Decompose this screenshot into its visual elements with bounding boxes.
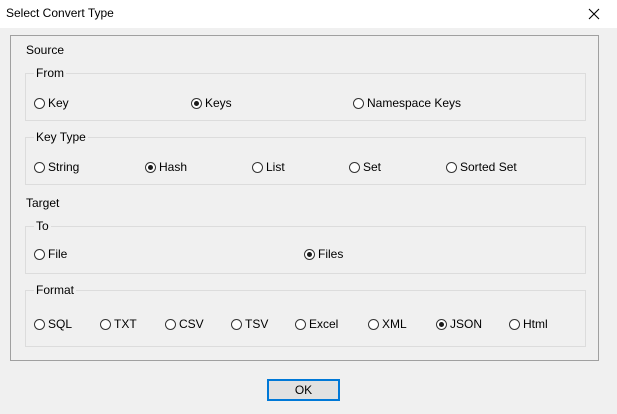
convert-type-dialog: Select Convert Type Source From Key Keys… [0, 0, 617, 414]
radio-circle[interactable] [509, 318, 520, 330]
close-icon [588, 8, 600, 20]
format-group: Format SQL TXT CSV TSV Excel XML JSON Ht… [25, 283, 586, 347]
radio-circle[interactable] [295, 318, 306, 330]
radio-circle[interactable] [145, 161, 156, 173]
radio-label: Files [318, 247, 344, 261]
radio-keytype-sorted-set[interactable]: Sorted Set [446, 160, 517, 174]
radio-label: String [48, 160, 80, 174]
dialog-title: Select Convert Type [6, 6, 114, 20]
from-group: From Key Keys Namespace Keys [25, 66, 586, 121]
radio-format-csv[interactable]: CSV [165, 317, 204, 331]
radio-from-namespace-keys[interactable]: Namespace Keys [353, 96, 461, 110]
radio-label: Hash [159, 160, 188, 174]
radio-keytype-set[interactable]: Set [349, 160, 381, 174]
radio-circle[interactable] [100, 318, 111, 330]
target-section-label: Target [26, 196, 60, 210]
radio-circle[interactable] [165, 318, 176, 330]
radio-dot [194, 100, 199, 106]
radio-circle[interactable] [231, 318, 242, 330]
to-group-label: To [34, 219, 51, 233]
radio-label: Html [523, 317, 548, 331]
radio-dot [439, 321, 444, 327]
radio-format-xml[interactable]: XML [368, 317, 407, 331]
radio-label: Set [363, 160, 382, 174]
key-type-group: Key Type String Hash List Set Sorted Set [25, 130, 586, 185]
radio-label: CSV [179, 317, 204, 331]
radio-label: TSV [245, 317, 269, 331]
ok-button-label: OK [294, 383, 313, 397]
radio-circle[interactable] [34, 97, 45, 109]
radio-circle[interactable] [353, 97, 364, 109]
ok-button[interactable]: OK [267, 379, 340, 401]
radio-circle[interactable] [34, 248, 45, 260]
from-group-label: From [34, 66, 66, 80]
radio-dot [307, 251, 312, 257]
radio-format-txt[interactable]: TXT [100, 317, 137, 331]
radio-circle[interactable] [368, 318, 379, 330]
radio-label: File [48, 247, 68, 261]
radio-keytype-string[interactable]: String [34, 160, 79, 174]
radio-label: Key [48, 96, 69, 110]
radio-label: SQL [48, 317, 73, 331]
radio-format-sql[interactable]: SQL [34, 317, 72, 331]
radio-circle[interactable] [436, 318, 447, 330]
radio-from-keys[interactable]: Keys [191, 96, 232, 110]
title-bar: Select Convert Type [0, 0, 617, 28]
radio-format-tsv[interactable]: TSV [231, 317, 268, 331]
to-group: To File Files [25, 219, 586, 274]
options-panel: Source From Key Keys Namespace Keys Key … [10, 35, 599, 361]
radio-label: Keys [205, 96, 232, 110]
radio-format-excel[interactable]: Excel [295, 317, 338, 331]
key-type-group-label: Key Type [34, 130, 88, 144]
source-section-label: Source [26, 43, 65, 57]
radio-label: TXT [114, 317, 137, 331]
radio-circle[interactable] [349, 161, 360, 173]
radio-circle[interactable] [34, 318, 45, 330]
radio-label: Sorted Set [460, 160, 517, 174]
close-button[interactable] [571, 0, 617, 28]
radio-keytype-hash[interactable]: Hash [145, 160, 187, 174]
radio-label: XML [382, 317, 407, 331]
radio-circle[interactable] [252, 161, 263, 173]
radio-format-json[interactable]: JSON [436, 317, 482, 331]
radio-circle[interactable] [34, 161, 45, 173]
radio-to-file[interactable]: File [34, 247, 67, 261]
format-group-label: Format [34, 283, 77, 297]
radio-label: JSON [450, 317, 483, 331]
radio-dot [148, 164, 153, 170]
radio-label: Namespace Keys [367, 96, 462, 110]
radio-keytype-list[interactable]: List [252, 160, 285, 174]
radio-format-html[interactable]: Html [509, 317, 548, 331]
radio-label: List [266, 160, 285, 174]
radio-label: Excel [309, 317, 339, 331]
radio-from-key[interactable]: Key [34, 96, 69, 110]
radio-circle[interactable] [304, 248, 315, 260]
radio-circle[interactable] [446, 161, 457, 173]
radio-circle[interactable] [191, 97, 202, 109]
radio-to-files[interactable]: Files [304, 247, 343, 261]
